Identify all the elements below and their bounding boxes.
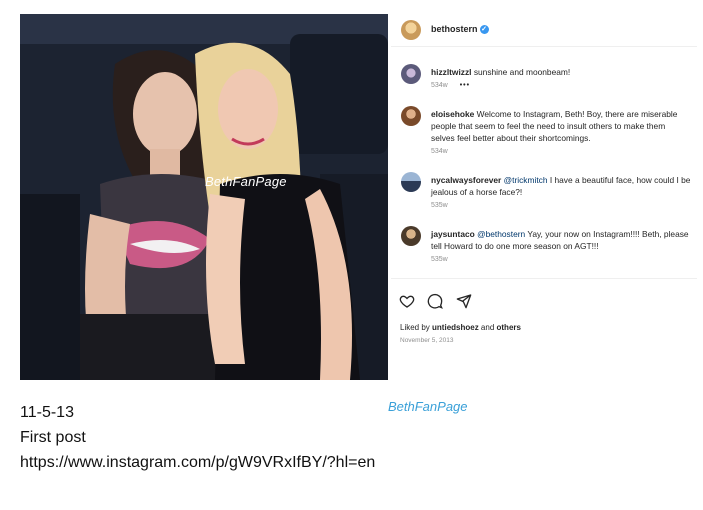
likes-summary: Liked by untiedshoez and others — [400, 323, 521, 332]
heart-icon[interactable] — [399, 293, 415, 309]
verified-icon: ✓ — [479, 25, 489, 35]
photo-watermark: BethFanPage — [205, 174, 287, 189]
avatar[interactable] — [401, 106, 421, 126]
post-date: November 5, 2013 — [400, 337, 454, 344]
comment-time: 534w — [431, 148, 448, 155]
comment-mention[interactable]: @bethostern — [477, 229, 525, 239]
comment-username[interactable]: eloisehoke — [431, 109, 474, 119]
comment-mention[interactable]: @trickmitch — [504, 175, 548, 185]
caption-date: 11-5-13 — [20, 404, 74, 421]
avatar[interactable] — [401, 64, 421, 84]
photo-illustration — [20, 14, 388, 380]
comment-username[interactable]: jaysuntaco — [431, 229, 475, 239]
comment-time: 535w — [431, 202, 448, 209]
username-link[interactable]: bethostern — [431, 24, 478, 34]
comment-time: 534w — [431, 82, 448, 89]
avatar[interactable] — [401, 226, 421, 246]
avatar[interactable] — [401, 172, 421, 192]
comment-text: sunshine and moonbeam! — [473, 67, 571, 77]
post-sidebar: bethostern ✓ hizzltwizzl sunshine and moo… — [391, 14, 697, 380]
post-actions: Liked by untiedshoez and others November… — [391, 278, 697, 359]
liked-by-user[interactable]: untiedshoez — [432, 323, 479, 332]
caption-url[interactable]: https://www.instagram.com/p/gW9VRxIfBY/?… — [20, 454, 375, 472]
comment-time: 535w — [431, 256, 448, 263]
post-header: bethostern ✓ — [391, 14, 697, 47]
likes-prefix: Liked by — [400, 323, 433, 332]
comment-icon[interactable] — [427, 293, 444, 309]
share-icon[interactable] — [456, 293, 472, 309]
avatar[interactable] — [401, 20, 421, 40]
more-icon[interactable]: ••• — [460, 82, 470, 89]
likes-mid: and — [478, 323, 497, 332]
caption-title: First post — [20, 429, 86, 446]
liked-by-others[interactable]: others — [497, 323, 521, 332]
comment-username[interactable]: hizzltwizzl — [431, 67, 471, 77]
caption-watermark: BethFanPage — [388, 399, 468, 414]
comment-username[interactable]: nycalwaysforever — [431, 175, 501, 185]
post-photo: BethFanPage — [20, 14, 388, 380]
